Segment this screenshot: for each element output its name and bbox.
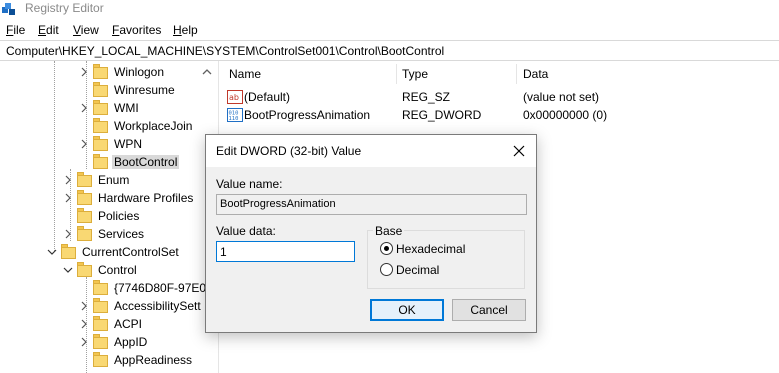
- title-bar: Registry Editor: [0, 0, 779, 19]
- tree-item-label: Hardware Profiles: [98, 191, 194, 205]
- tree-item-label: WMI: [114, 101, 139, 115]
- column-header-data[interactable]: Data: [523, 67, 548, 81]
- value-type: REG_SZ: [402, 90, 451, 104]
- tree-item-label: Enum: [98, 173, 130, 187]
- folder-icon: [77, 208, 93, 223]
- value-data-label: Value data:: [216, 224, 276, 238]
- folder-icon: [93, 100, 109, 115]
- tree-item-label: AppReadiness: [114, 353, 193, 367]
- chevron-right-icon[interactable]: [79, 318, 89, 330]
- tree-item-label: Control: [98, 263, 137, 277]
- chevron-right-icon[interactable]: [79, 336, 89, 348]
- address-bar[interactable]: Computer\HKEY_LOCAL_MACHINE\SYSTEM\Contr…: [0, 40, 779, 61]
- menu-file[interactable]: File: [6, 23, 25, 37]
- chevron-down-icon[interactable]: [63, 264, 73, 276]
- chevron-right-icon[interactable]: [79, 300, 89, 312]
- folder-icon: [93, 298, 109, 313]
- tree-item-label: AppID: [114, 335, 148, 349]
- dialog-title-bar[interactable]: Edit DWORD (32-bit) Value: [206, 135, 536, 167]
- value-data: 0x00000000 (0): [523, 108, 608, 122]
- chevron-right-icon[interactable]: [63, 174, 73, 186]
- folder-icon: [61, 244, 77, 259]
- menu-help[interactable]: Help: [173, 23, 198, 37]
- menu-favorites[interactable]: Favorites: [112, 23, 161, 37]
- menu-edit[interactable]: Edit: [38, 23, 59, 37]
- edit-dword-dialog[interactable]: Edit DWORD (32-bit) Value Value name: Bo…: [205, 134, 537, 333]
- column-header-type[interactable]: Type: [402, 67, 428, 81]
- folder-icon: [93, 280, 109, 295]
- value-data: (value not set): [523, 90, 600, 104]
- tree-pane[interactable]: Winlogon Winresume WMI WorkplaceJoin WPN…: [0, 61, 219, 373]
- cancel-button[interactable]: Cancel: [452, 299, 526, 321]
- value-name-label: Value name:: [216, 177, 283, 191]
- base-label: Base: [373, 224, 405, 238]
- menu-bar: File Edit View Favorites Help: [0, 21, 779, 40]
- value-data-field[interactable]: 1: [216, 241, 355, 262]
- tree-item-label: CurrentControlSet: [82, 245, 179, 259]
- registry-editor-icon: [2, 3, 15, 15]
- tree-item-label: Services: [98, 227, 145, 241]
- binary-value-icon: 010 110: [227, 108, 243, 122]
- window-title: Registry Editor: [25, 1, 104, 15]
- tree-item-label: BootControl: [112, 155, 180, 169]
- base-groupbox: [367, 230, 525, 289]
- svg-text:ab: ab: [229, 93, 239, 102]
- folder-icon: [93, 154, 109, 169]
- tree-item-label: ACPI: [114, 317, 143, 331]
- folder-icon: [93, 136, 109, 151]
- tree-item-label: Policies: [98, 209, 140, 223]
- chevron-right-icon[interactable]: [79, 138, 89, 150]
- string-value-icon: ab: [227, 90, 243, 104]
- chevron-up-icon[interactable]: [201, 67, 213, 77]
- folder-icon: [77, 172, 93, 187]
- tree-item-label: WorkplaceJoin: [114, 119, 193, 133]
- value-name-field[interactable]: BootProgressAnimation: [216, 194, 527, 215]
- list-row-bootprogressanimation[interactable]: 010 110 BootProgressAnimation REG_DWORD …: [220, 106, 779, 124]
- radio-unchecked-icon: [380, 263, 393, 276]
- chevron-right-icon[interactable]: [63, 228, 73, 240]
- dialog-title: Edit DWORD (32-bit) Value: [216, 144, 362, 158]
- radio-checked-icon: [380, 242, 393, 255]
- folder-icon: [93, 334, 109, 349]
- radio-label: Decimal: [396, 263, 440, 277]
- chevron-right-icon[interactable]: [79, 66, 89, 78]
- tree-item-label: Winlogon: [114, 65, 165, 79]
- chevron-right-icon[interactable]: [79, 102, 89, 114]
- list-row-default[interactable]: ab (Default) REG_SZ (value not set): [220, 88, 779, 106]
- folder-icon: [77, 190, 93, 205]
- tree-item-label: AccessibilitySett: [114, 299, 201, 313]
- close-icon[interactable]: [510, 142, 528, 160]
- column-header-name[interactable]: Name: [229, 67, 261, 81]
- svg-text:110: 110: [229, 116, 239, 122]
- tree-guide-line: [54, 61, 55, 251]
- chevron-down-icon[interactable]: [47, 246, 57, 258]
- tree-item-label: {7746D80F-97E0: [114, 281, 207, 295]
- folder-icon: [77, 262, 93, 277]
- folder-icon: [93, 352, 109, 367]
- menu-view[interactable]: View: [73, 23, 99, 37]
- folder-icon: [93, 118, 109, 133]
- folder-icon: [93, 64, 109, 79]
- column-separator[interactable]: [516, 64, 517, 84]
- value-name: BootProgressAnimation: [244, 108, 371, 122]
- radio-label: Hexadecimal: [396, 242, 466, 256]
- folder-icon: [77, 226, 93, 241]
- tree-item-label: Winresume: [114, 83, 175, 97]
- tree-item-label: WPN: [114, 137, 142, 151]
- value-name: (Default): [244, 90, 291, 104]
- folder-icon: [93, 82, 109, 97]
- ok-button[interactable]: OK: [370, 299, 444, 321]
- value-type: REG_DWORD: [402, 108, 482, 122]
- folder-icon: [93, 316, 109, 331]
- chevron-right-icon[interactable]: [63, 192, 73, 204]
- column-separator[interactable]: [396, 64, 397, 84]
